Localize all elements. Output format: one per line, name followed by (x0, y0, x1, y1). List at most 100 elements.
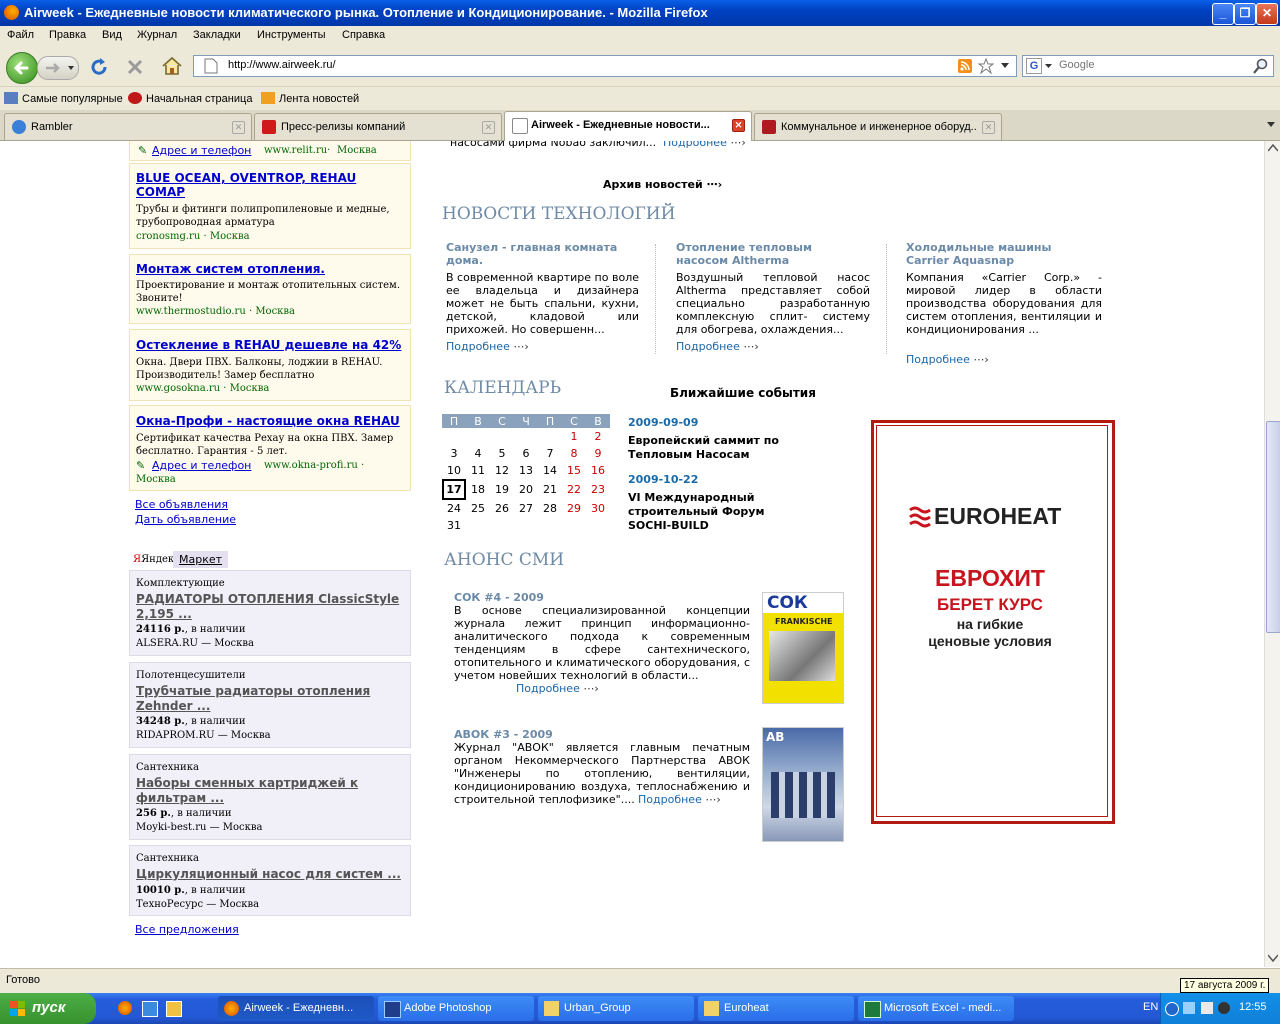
calendar-day[interactable]: 31 (442, 517, 466, 534)
all-ads-link[interactable]: Все объявления (135, 498, 228, 511)
ad-site[interactable]: www.thermostudio.ru · Москва (136, 306, 295, 317)
close-tab-icon[interactable]: ✕ (232, 121, 245, 134)
calendar-day[interactable]: 13 (514, 462, 538, 479)
start-button[interactable]: пуск (0, 993, 96, 1024)
tab-communal-equipment[interactable]: Коммунальное и инженерное оборуд... ✕ (754, 113, 1002, 140)
tech-news-title-link[interactable]: Холодильные машины Carrier Aquasnap (906, 241, 1096, 267)
more-link[interactable]: Подробнее (676, 340, 759, 353)
sok-magazine-cover[interactable]: СОК FRANKISCHE (762, 592, 844, 704)
calendar-day[interactable]: 6 (514, 445, 538, 462)
calendar-day[interactable]: 25 (466, 500, 490, 517)
calendar-day[interactable]: 14 (538, 462, 562, 479)
search-box[interactable]: G (1022, 55, 1274, 77)
home-icon[interactable] (160, 55, 184, 77)
back-button[interactable] (6, 52, 38, 84)
ad-address-link[interactable]: Адрес и телефон (152, 144, 251, 157)
reload-icon[interactable] (88, 56, 110, 78)
calendar-day[interactable]: 12 (490, 462, 514, 479)
news-archive-link[interactable]: Архив новостей ⋯› (603, 178, 722, 191)
bookmark-home-page[interactable]: Начальная страница (128, 92, 252, 105)
tray-arrow-icon[interactable] (1165, 1002, 1179, 1016)
calendar-day[interactable]: 17 (442, 479, 466, 500)
url-bar[interactable]: http://www.airweek.ru/ (193, 55, 1017, 77)
post-ad-link[interactable]: Дать объявление (135, 513, 236, 526)
euroheat-banner[interactable]: EUROHEAT ЕВРОХИТ БЕРЕТ КУРС на гибкие це… (871, 420, 1115, 824)
vertical-scrollbar[interactable] (1264, 141, 1280, 967)
more-link[interactable]: Подробнее (663, 141, 746, 149)
firefox-quicklaunch-icon[interactable] (118, 1001, 132, 1015)
calendar-day[interactable]: 26 (490, 500, 514, 517)
ad-title-link[interactable]: Окна-Профи - настоящие окна REHAU (136, 414, 400, 428)
menu-bookmarks[interactable]: Закладки (193, 29, 241, 41)
tab-list-icon[interactable] (1267, 122, 1275, 128)
market-tab[interactable]: Маркет (173, 551, 229, 568)
url-dropdown-icon[interactable] (1001, 63, 1009, 69)
calendar-day[interactable]: 5 (490, 445, 514, 462)
menu-help[interactable]: Справка (342, 29, 385, 41)
tech-news-title-link[interactable]: Санузел - главная комната дома. (446, 241, 636, 267)
menu-tools[interactable]: Инструменты (257, 29, 326, 41)
scroll-down-icon[interactable] (1268, 954, 1278, 962)
ad-address-link[interactable]: Адрес и телефон (152, 459, 251, 472)
event-title-link[interactable]: VI Международный строительный Форум SOCH… (628, 491, 798, 533)
scroll-thumb[interactable] (1266, 421, 1280, 633)
media-title-link[interactable]: СОК #4 - 2009 (454, 591, 544, 604)
tech-news-title-link[interactable]: Отопление тепловым насосом Altherma (676, 241, 866, 267)
ad-site[interactable]: www.gosokna.ru · Москва (136, 383, 269, 394)
event-title-link[interactable]: Европейский саммит по Тепловым Насосам (628, 434, 828, 462)
offer-title-link[interactable]: Трубчатые радиаторы отопления Zehnder ..… (136, 684, 404, 714)
search-input[interactable] (1057, 58, 1251, 72)
ad-title-link[interactable]: Монтаж систем отопления. (136, 262, 325, 276)
calendar-day[interactable]: 8 (562, 445, 586, 462)
stop-icon[interactable] (124, 56, 146, 78)
calendar-day[interactable]: 23 (586, 479, 610, 500)
calendar-day[interactable]: 19 (490, 479, 514, 500)
more-link[interactable]: Подробнее (516, 682, 599, 695)
more-link[interactable]: Подробнее (638, 793, 721, 806)
scroll-up-icon[interactable] (1268, 144, 1278, 152)
calendar-day[interactable]: 24 (442, 500, 466, 517)
close-window-button[interactable]: ✕ (1256, 3, 1278, 25)
calendar-day[interactable]: 28 (538, 500, 562, 517)
close-tab-icon[interactable]: ✕ (482, 121, 495, 134)
calendar-day[interactable]: 30 (586, 500, 610, 517)
calendar-day[interactable]: 27 (514, 500, 538, 517)
calendar-day[interactable]: 22 (562, 479, 586, 500)
more-link[interactable]: Подробнее (906, 353, 989, 366)
calendar-day[interactable]: 7 (538, 445, 562, 462)
ie-quicklaunch-icon[interactable] (142, 1001, 158, 1017)
calendar-day[interactable]: 10 (442, 462, 466, 479)
more-link[interactable]: Подробнее (446, 340, 529, 353)
menu-history[interactable]: Журнал (137, 29, 177, 41)
calendar-day[interactable]: 21 (538, 479, 562, 500)
calendar-day[interactable]: 20 (514, 479, 538, 500)
calendar-day[interactable]: 2 (586, 428, 610, 445)
tab-press-releases[interactable]: Пресс-релизы компаний ✕ (254, 113, 502, 140)
task-excel[interactable]: Microsoft Excel - medi... (858, 996, 1014, 1021)
engine-dropdown-icon[interactable] (1045, 64, 1052, 69)
task-euroheat[interactable]: Euroheat (698, 996, 854, 1021)
tab-rambler[interactable]: Rambler ✕ (4, 113, 252, 140)
antivirus-icon[interactable] (1218, 1002, 1230, 1014)
calendar-day[interactable]: 3 (442, 445, 466, 462)
media-title-link[interactable]: АВОК #3 - 2009 (454, 728, 553, 741)
ad-site[interactable]: www.relit.ru (264, 145, 327, 156)
bookmark-most-visited[interactable]: Самые популярные (4, 92, 123, 105)
offer-title-link[interactable]: РАДИАТОРЫ ОТОПЛЕНИЯ ClassicStyle 2,195 .… (136, 592, 404, 622)
close-tab-icon[interactable]: ✕ (732, 119, 745, 132)
calendar-day[interactable]: 11 (466, 462, 490, 479)
close-tab-icon[interactable]: ✕ (982, 121, 995, 134)
calendar-day[interactable]: 1 (562, 428, 586, 445)
desktop-quicklaunch-icon[interactable] (166, 1001, 182, 1017)
offer-title-link[interactable]: Наборы сменных картриджей к фильтрам ... (136, 776, 404, 806)
task-photoshop[interactable]: Adobe Photoshop (378, 996, 534, 1021)
calendar-day[interactable]: 4 (466, 445, 490, 462)
tab-airweek[interactable]: Airweek - Ежедневные новости... ✕ (504, 111, 752, 141)
forward-button[interactable] (37, 56, 79, 80)
rss-icon[interactable] (958, 59, 972, 73)
bookmark-news-feed[interactable]: Лента новостей (261, 92, 359, 105)
ad-title-link[interactable]: Остекление в REHAU дешевле на 42% (136, 338, 401, 352)
minimize-button[interactable]: _ (1212, 3, 1234, 25)
task-urban-group[interactable]: Urban_Group (538, 996, 694, 1021)
search-icon[interactable] (1253, 58, 1269, 74)
